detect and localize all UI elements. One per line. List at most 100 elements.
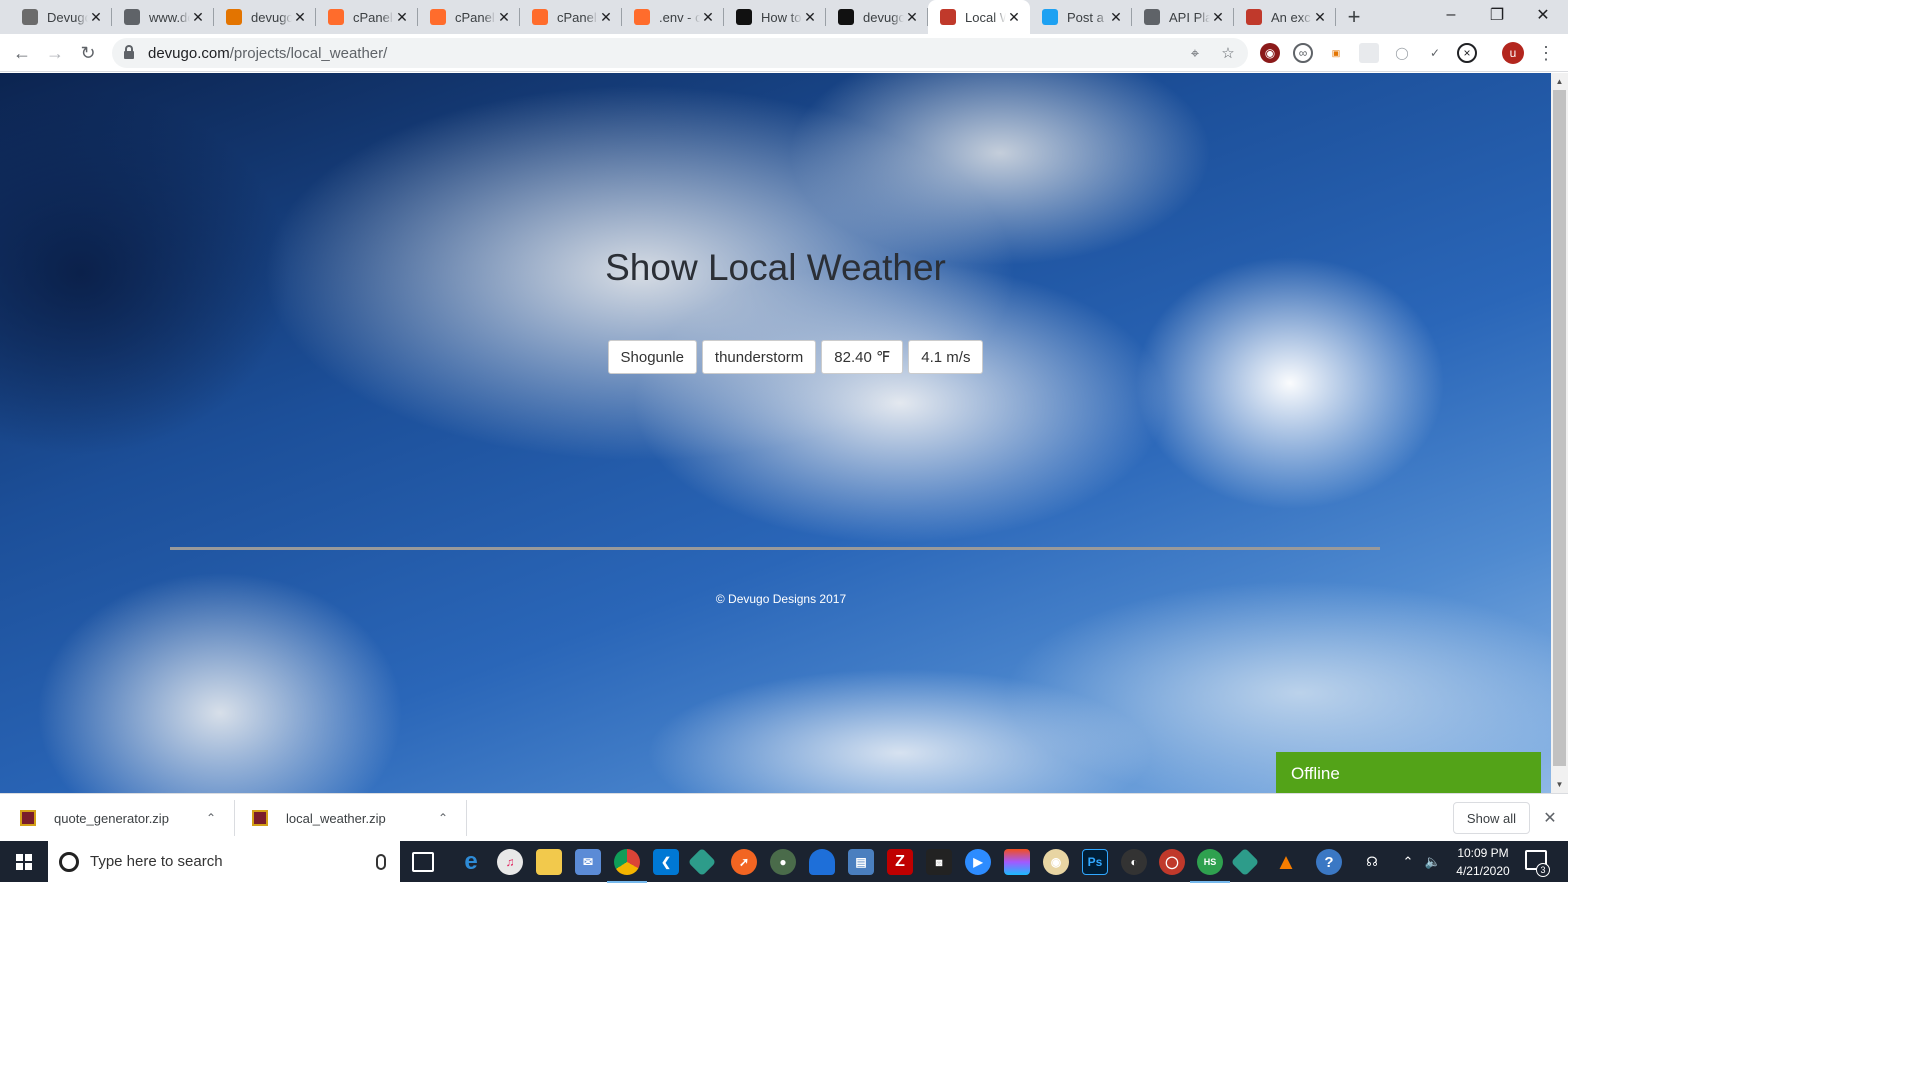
sourcetree-icon[interactable] [687,847,717,877]
show-hidden-icons-chevron-icon[interactable]: ⌃ [1398,841,1418,882]
chevron-up-icon[interactable]: ⌃ [206,811,216,825]
browser-tab[interactable]: How to ✕ [724,0,826,34]
git-app-icon[interactable] [1230,847,1260,877]
reload-button[interactable]: ↻ [72,37,104,69]
browser-tab[interactable]: cPanel ✕ [418,0,520,34]
extension-icon-7[interactable]: × [1457,43,1477,63]
tab-close-icon[interactable]: ✕ [802,9,818,25]
tab-close-icon[interactable]: ✕ [1108,9,1124,25]
location-target-icon[interactable]: ⌖ [1184,42,1206,64]
start-button[interactable] [0,841,48,882]
media-app-icon[interactable]: ◐ [1121,849,1147,875]
extension-icon-4[interactable] [1359,43,1379,63]
browser-tab[interactable]: devugo ✕ [214,0,316,34]
download-item[interactable]: local_weather.zip ⌃ [252,794,462,842]
scroll-down-arrow-icon[interactable]: ▼ [1551,776,1568,793]
url-path: /projects/local_weather/ [229,44,388,62]
scroll-thumb[interactable] [1553,90,1566,766]
browser-tab[interactable]: API Pla ✕ [1132,0,1234,34]
extension-icon-3[interactable]: ▣ [1326,43,1346,63]
figma-icon[interactable] [1004,849,1030,875]
browser-tab[interactable]: Post a ✕ [1030,0,1132,34]
browser-tab[interactable]: Devugo ✕ [10,0,112,34]
hs-app-icon[interactable]: HS [1190,849,1230,883]
taskbar-search[interactable]: Type here to search [48,841,400,882]
tab-title: .env - c [659,9,700,25]
file-explorer-icon[interactable] [536,849,562,875]
volume-icon[interactable]: 🔈 [1422,841,1444,882]
browser-tab[interactable]: devugo ✕ [826,0,928,34]
tab-close-icon[interactable]: ✕ [190,9,206,25]
download-filename: quote_generator.zip [54,810,169,826]
address-bar[interactable]: devugo.com/projects/local_weather/ ⌖ ☆ [112,38,1248,68]
chat-offline-widget[interactable]: Offline [1276,752,1541,793]
task-view-icon[interactable] [412,852,434,872]
tab-close-icon[interactable]: ✕ [1006,9,1022,25]
close-downloads-icon[interactable]: ✕ [1540,808,1560,828]
profile-avatar[interactable]: u [1502,42,1524,64]
zoom-icon[interactable]: ▶ [965,849,991,875]
browser-tab[interactable]: cPanel ✕ [316,0,418,34]
copyright-footer: © Devugo Designs 2017 [715,592,847,606]
cortana-icon[interactable] [59,851,79,872]
extension-icon-1[interactable]: ◉ [1260,43,1280,63]
chart-icon [226,9,242,25]
vscode-icon[interactable]: ❮ [653,849,679,875]
mail-icon[interactable]: ✉ [575,849,601,875]
back-button[interactable]: ← [6,37,38,69]
download-item[interactable]: quote_generator.zip ⌃ [20,794,230,842]
cloud-app-icon[interactable] [809,849,835,875]
help-icon[interactable]: ? [1316,849,1342,875]
tab-title: How to [761,9,802,25]
search-placeholder[interactable]: Type here to search [90,853,376,870]
gitkraken-icon[interactable]: ● [770,849,796,875]
filezilla-icon[interactable]: Z [887,849,913,875]
scroll-up-arrow-icon[interactable]: ▲ [1551,73,1568,90]
chrome-browser-icon[interactable] [607,849,647,883]
microphone-icon[interactable] [376,853,386,870]
postman-icon[interactable]: ➚ [731,849,757,875]
taskbar-clock[interactable]: 10:09 PM 4/21/2020 [1447,844,1519,880]
itunes-icon[interactable]: ♫ [497,849,523,875]
tab-close-icon[interactable]: ✕ [1312,9,1328,25]
browser-tab[interactable]: cPanel ✕ [520,0,622,34]
chevron-up-icon[interactable]: ⌃ [438,811,448,825]
tab-close-icon[interactable]: ✕ [700,9,716,25]
tab-close-icon[interactable]: ✕ [88,9,104,25]
network-app-icon[interactable]: ▤ [848,849,874,875]
edge-browser-icon[interactable]: e [458,848,484,875]
new-tab-button[interactable]: + [1336,0,1372,34]
show-all-downloads-button[interactable]: Show all [1453,802,1530,834]
clock-date: 4/21/2020 [1456,864,1510,878]
tab-close-icon[interactable]: ✕ [292,9,308,25]
paint-palette-icon[interactable]: ◉ [1043,849,1069,875]
tab-title: cPanel [353,9,393,25]
tab-close-icon[interactable]: ✕ [598,9,614,25]
temperature-box[interactable]: 82.40 ℉ [821,340,904,374]
red-app-icon[interactable]: ◯ [1159,849,1185,875]
browser-tab[interactable]: An exc ✕ [1234,0,1336,34]
close-window-button[interactable]: ✕ [1520,0,1566,30]
tab-close-icon[interactable]: ✕ [904,9,920,25]
people-icon[interactable]: ☊ [1360,841,1384,882]
browser-menu-icon[interactable]: ⋮ [1536,41,1556,65]
minimize-window-button[interactable]: – [1428,0,1474,30]
restore-window-button[interactable]: ❐ [1474,0,1520,30]
browser-tab[interactable]: Local W ✕ [928,0,1030,34]
browser-tab[interactable]: www.devugo✕ [112,0,214,34]
extension-icon-5[interactable]: ◯ [1392,43,1412,63]
tab-close-icon[interactable]: ✕ [394,9,410,25]
lock-icon[interactable] [124,45,134,59]
bookmark-star-icon[interactable]: ☆ [1217,42,1239,64]
forward-button[interactable]: → [39,37,71,69]
extension-icon-2[interactable]: ∞ [1293,43,1313,63]
webcam-app-icon[interactable]: ▩ [926,849,952,875]
vertical-scrollbar[interactable]: ▲ ▼ [1551,73,1568,793]
twitter-icon [1042,9,1058,25]
extension-icon-6[interactable]: ✓ [1425,43,1445,63]
vlc-icon[interactable]: ▲ [1273,849,1299,875]
photoshop-icon[interactable]: Ps [1082,849,1108,875]
tab-close-icon[interactable]: ✕ [1210,9,1226,25]
browser-tab[interactable]: .env - c ✕ [622,0,724,34]
tab-close-icon[interactable]: ✕ [496,9,512,25]
